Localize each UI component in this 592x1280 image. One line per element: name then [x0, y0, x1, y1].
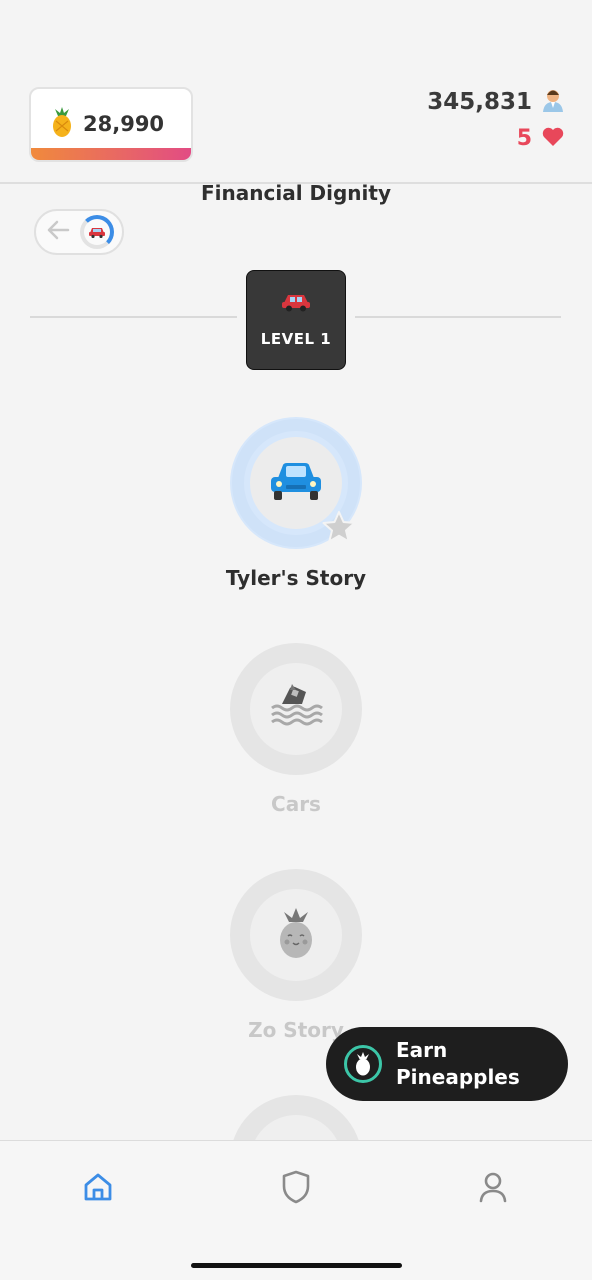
nav-profile[interactable]	[473, 1169, 513, 1209]
pineapple-face-icon	[276, 906, 316, 964]
red-car-icon	[88, 223, 106, 242]
hearts-count: 5	[516, 126, 532, 151]
nav-security[interactable]	[276, 1169, 316, 1209]
home-icon	[82, 1171, 114, 1207]
pineapple-icon	[344, 1045, 382, 1083]
lesson-node-cars[interactable]	[230, 643, 362, 775]
blue-car-icon	[268, 460, 324, 506]
lesson-label[interactable]: Cars	[0, 792, 592, 816]
lesson-label[interactable]: Tyler's Story	[0, 566, 592, 590]
level-divider-left	[30, 316, 237, 318]
bottom-nav	[0, 1140, 592, 1280]
earn-pineapples-button[interactable]: Earn Pineapples	[326, 1027, 568, 1101]
level-badge: LEVEL 1	[246, 270, 346, 370]
shield-icon	[281, 1170, 311, 1208]
profile-icon	[478, 1171, 508, 1207]
star-icon	[322, 511, 356, 547]
earn-pineapples-label: Earn Pineapples	[396, 1038, 520, 1089]
pineapple-progress-bar	[31, 148, 191, 160]
nav-home[interactable]	[78, 1169, 118, 1209]
lesson-node-zo-story[interactable]	[230, 869, 362, 1001]
sinking-car-icon	[268, 684, 324, 734]
heart-icon	[542, 127, 564, 151]
points-stat[interactable]: 345,831	[427, 88, 564, 116]
hearts-stat[interactable]: 5	[517, 126, 564, 151]
level-divider-right	[355, 316, 561, 318]
advisor-icon	[542, 88, 564, 116]
section-title: Financial Dignity	[201, 181, 391, 205]
pineapple-balance-card[interactable]: 28,990	[29, 87, 193, 162]
back-button[interactable]	[34, 209, 124, 255]
pineapple-icon	[51, 107, 73, 141]
pineapple-count: 28,990	[83, 112, 165, 136]
points-count: 345,831	[427, 89, 532, 115]
lesson-node-tylers-story[interactable]	[230, 417, 362, 549]
home-indicator	[191, 1263, 402, 1268]
chapter-progress-ring	[80, 215, 114, 249]
red-car-icon	[280, 292, 312, 316]
arrow-left-icon	[46, 220, 70, 244]
level-label: LEVEL 1	[260, 330, 332, 348]
